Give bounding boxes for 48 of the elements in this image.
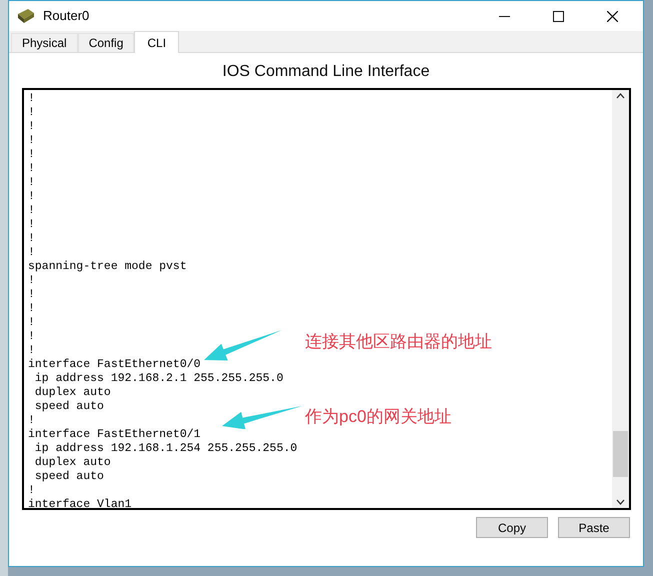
heading: IOS Command Line Interface (222, 62, 430, 82)
console-line: ! (28, 274, 35, 288)
window-title: Router0 (43, 7, 90, 26)
console-line: ! (28, 484, 35, 498)
arrow-icon (204, 330, 282, 360)
console-line: ! (28, 414, 35, 428)
console-line: ! (28, 106, 35, 120)
console-line: ! (28, 344, 35, 358)
console-line: ! (28, 330, 35, 344)
tab[interactable]: CLI (134, 31, 180, 53)
console-line: ip address 192.168.1.254 255.255.255.0 (34, 442, 298, 456)
action-button[interactable]: Copy (476, 517, 548, 538)
console-line: ! (28, 176, 35, 190)
console-line: ! (28, 218, 35, 232)
scroll-up-icon (616, 93, 625, 99)
console-line: ! (28, 162, 35, 176)
maximize-icon (552, 10, 564, 22)
console-line: ! (28, 302, 35, 316)
action-button[interactable]: Paste (558, 517, 630, 538)
annotation: 作为pc0的网关地址 (305, 406, 452, 428)
console-line: ! (28, 148, 35, 162)
annotation: 连接其他区路由器的地址 (305, 331, 492, 353)
close-icon (606, 10, 618, 22)
console-line: interface FastEthernet0/1 (28, 428, 201, 442)
console-line: ! (28, 246, 35, 260)
console-line: duplex auto (34, 456, 111, 470)
console-line: speed auto (34, 470, 104, 484)
console-line: ip address 192.168.2.1 255.255.255.0 (34, 372, 284, 386)
tab[interactable]: Config (78, 33, 134, 52)
console-line: ! (28, 120, 35, 134)
console-line: spanning-tree mode pvst (28, 260, 187, 274)
console-line: interface Vlan1 (28, 498, 132, 508)
console-line: ! (28, 316, 35, 330)
console-line: ! (28, 190, 35, 204)
scrollbar[interactable] (612, 90, 629, 508)
console-line: interface FastEthernet0/0 (28, 358, 201, 372)
console-line: duplex auto (34, 386, 111, 400)
console-line: ! (28, 204, 35, 218)
console-line: ! (28, 232, 35, 246)
console-line: ! (28, 92, 35, 106)
arrow-icon (222, 406, 302, 430)
scroll-down-icon (616, 499, 625, 505)
tab[interactable]: Physical (11, 33, 78, 52)
scroll-thumb[interactable] (613, 431, 628, 477)
console-line: ! (28, 288, 35, 302)
console-line: speed auto (34, 400, 104, 414)
console-line: ! (28, 134, 35, 148)
router-icon (17, 8, 35, 24)
